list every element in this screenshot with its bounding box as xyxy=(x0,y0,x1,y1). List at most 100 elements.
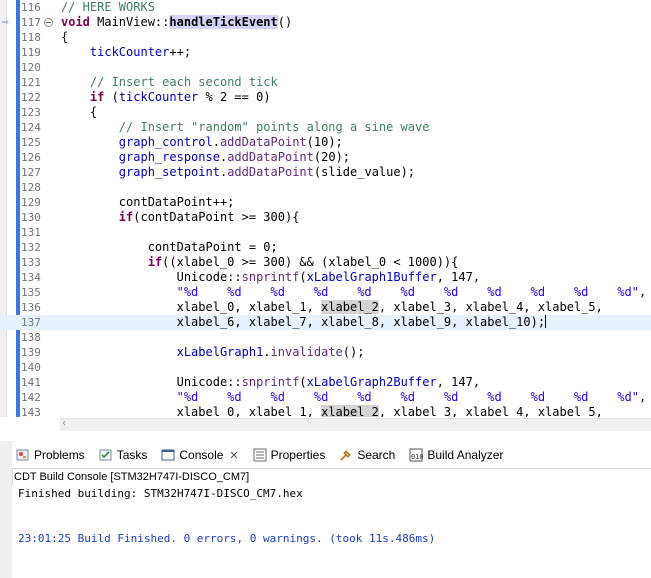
code-text: "%d %d %d %d %d %d %d %d %d %d %d", xyxy=(176,390,647,404)
code-line[interactable]: 120 xyxy=(0,60,651,75)
code-line[interactable]: 126 graph_response.addDataPoint(20); xyxy=(0,150,651,165)
console-title: CDT Build Console [STM32H747I-DISCO_CM7] xyxy=(14,471,250,483)
line-number: 143 xyxy=(21,406,41,417)
svg-text:010: 010 xyxy=(411,453,423,461)
line-number: 135 xyxy=(21,286,41,299)
line-number: 127 xyxy=(21,166,41,179)
horizontal-scrollbar[interactable]: ‹ xyxy=(60,418,651,431)
code-line[interactable]: 135 "%d %d %d %d %d %d %d %d %d %d %d", xyxy=(0,285,651,300)
tab-problems-label: Problems xyxy=(34,448,85,462)
code-line[interactable]: 122 if (tickCounter % 2 == 0) xyxy=(0,90,651,105)
tab-properties-label: Properties xyxy=(270,448,326,462)
code-line[interactable]: 121 // Insert each second tick xyxy=(0,75,651,90)
line-number: 125 xyxy=(21,136,41,149)
tab-search[interactable]: Search xyxy=(335,442,399,468)
code-text: // Insert "random" points along a sine w… xyxy=(118,120,430,134)
code-line[interactable]: 133 if((xlabel_0 >= 300) && (xlabel_0 < … xyxy=(0,255,651,270)
console-output[interactable]: Finished building: STM32H747I-DISCO_CM7.… xyxy=(12,485,651,578)
tab-properties[interactable]: Properties xyxy=(249,442,330,468)
tab-tasks[interactable]: Tasks xyxy=(95,442,152,468)
code-line[interactable]: 139 xLabelGraph1.invalidate(); xyxy=(0,345,651,360)
code-line[interactable]: 128 xyxy=(0,180,651,195)
code-text: xlabel_0, xlabel_1, xlabel_2, xlabel_3, … xyxy=(61,405,603,417)
tab-problems[interactable]: Problems xyxy=(12,442,89,468)
code-line[interactable]: 127 graph_setpoint.addDataPoint(slide_va… xyxy=(0,165,651,180)
line-number: 142 xyxy=(21,391,41,404)
code-text: xlabel_0, xlabel_1, xlabel_2, xlabel_3, … xyxy=(61,300,603,314)
tasks-icon xyxy=(99,448,113,462)
tab-console[interactable]: Console ✕ xyxy=(157,442,243,468)
panel-gap xyxy=(0,431,651,441)
line-number: 122 xyxy=(21,91,41,104)
code-line[interactable]: 140 xyxy=(0,360,651,375)
properties-icon xyxy=(253,448,267,462)
code-line[interactable]: 131 xyxy=(0,225,651,240)
code-text: xlabel_6, xlabel_7, xlabel_8, xlabel_9, … xyxy=(61,315,547,329)
scroll-left-arrow-icon[interactable]: ‹ xyxy=(62,418,66,429)
code-editor[interactable]: 116 // HERE WORKS ⇨ 117 void MainView::handl… xyxy=(0,0,651,417)
code-line[interactable]: 125 graph_control.addDataPoint(10); xyxy=(0,135,651,150)
line-number: 129 xyxy=(21,196,41,209)
code-line[interactable]: 134 Unicode::snprintf(xLabelGraph1Buffer… xyxy=(0,270,651,285)
line-number: 116 xyxy=(21,1,41,14)
code-text: Unicode::snprintf(xLabelGraph1Buffer, 14… xyxy=(61,270,481,284)
line-number: 141 xyxy=(21,376,41,389)
code-line[interactable]: 132 contDataPoint = 0; xyxy=(0,240,651,255)
code-text: "%d %d %d %d %d %d %d %d %d %d %d", xyxy=(176,285,647,299)
code-line[interactable]: 138 xyxy=(0,330,651,345)
code-line[interactable]: 137 xlabel_6, xlabel_7, xlabel_8, xlabel… xyxy=(0,315,651,330)
line-number: 138 xyxy=(21,331,41,344)
code-text: // Insert each second tick xyxy=(89,75,278,89)
code-line[interactable]: 118 { xyxy=(0,30,651,45)
code-text: contDataPoint = 0; xyxy=(61,240,278,254)
line-number: 119 xyxy=(21,46,41,59)
tab-build-analyzer[interactable]: 010 Build Analyzer xyxy=(405,442,507,468)
close-icon[interactable]: ✕ xyxy=(229,449,238,462)
line-number: 137 xyxy=(21,316,41,329)
bottom-panel-tabbar: Problems Tasks Console ✕ Properties Sear… xyxy=(12,442,651,469)
line-number: 133 xyxy=(21,256,41,269)
code-line[interactable]: 124 // Insert "random" points along a si… xyxy=(0,120,651,135)
line-number: 130 xyxy=(21,211,41,224)
code-text: contDataPoint++; xyxy=(61,195,235,209)
code-line[interactable]: 123 { xyxy=(0,105,651,120)
code-line[interactable]: 119 tickCounter++; xyxy=(0,45,651,60)
search-icon xyxy=(339,448,353,462)
code-text: tickCounter++; xyxy=(89,45,192,59)
code-line[interactable]: 136 xlabel_0, xlabel_1, xlabel_2, xlabel… xyxy=(0,300,651,315)
code-line[interactable]: 142 "%d %d %d %d %d %d %d %d %d %d %d", xyxy=(0,390,651,405)
line-number: 123 xyxy=(21,106,41,119)
code-text: graph_response.addDataPoint(20); xyxy=(118,150,351,164)
override-marker-icon[interactable]: ⇨ xyxy=(2,16,14,28)
tab-console-label: Console xyxy=(179,448,224,462)
code-line[interactable]: 116 // HERE WORKS xyxy=(0,0,651,15)
line-number: 134 xyxy=(21,271,41,284)
code-text: if (tickCounter % 2 == 0) xyxy=(89,90,271,104)
code-text: graph_setpoint.addDataPoint(slide_value)… xyxy=(118,165,416,179)
console-line-finished: Finished building: STM32H747I-DISCO_CM7.… xyxy=(18,487,303,500)
line-number: 140 xyxy=(21,361,41,374)
line-number: 126 xyxy=(21,151,41,164)
line-number: 121 xyxy=(21,76,41,89)
code-text: void MainView::handleTickEvent() xyxy=(61,15,293,29)
fold-collapse-icon[interactable] xyxy=(44,18,53,27)
code-text: // HERE WORKS xyxy=(61,0,155,14)
code-text: xLabelGraph1.invalidate(); xyxy=(176,345,365,359)
line-number: 124 xyxy=(21,121,41,134)
code-line[interactable]: 129 contDataPoint++; xyxy=(0,195,651,210)
code-line[interactable]: 143 xlabel_0, xlabel_1, xlabel_2, xlabel… xyxy=(0,405,651,417)
code-text: if((xlabel_0 >= 300) && (xlabel_0 < 1000… xyxy=(147,255,459,269)
code-line[interactable]: 141 Unicode::snprintf(xLabelGraph2Buffer… xyxy=(0,375,651,390)
console-line-build-result: 23:01:25 Build Finished. 0 errors, 0 war… xyxy=(18,532,436,545)
line-number: 136 xyxy=(21,301,41,314)
line-number: 118 xyxy=(21,31,41,44)
line-number: 139 xyxy=(21,346,41,359)
code-line[interactable]: 130 if(contDataPoint >= 300){ xyxy=(0,210,651,225)
code-line[interactable]: ⇨ 117 void MainView::handleTickEvent() xyxy=(0,15,651,30)
code-text: { xyxy=(61,30,69,44)
line-number: 128 xyxy=(21,181,41,194)
code-text: { xyxy=(61,105,98,119)
line-number: 131 xyxy=(21,226,41,239)
console-icon xyxy=(161,448,175,462)
problems-icon xyxy=(16,448,30,462)
